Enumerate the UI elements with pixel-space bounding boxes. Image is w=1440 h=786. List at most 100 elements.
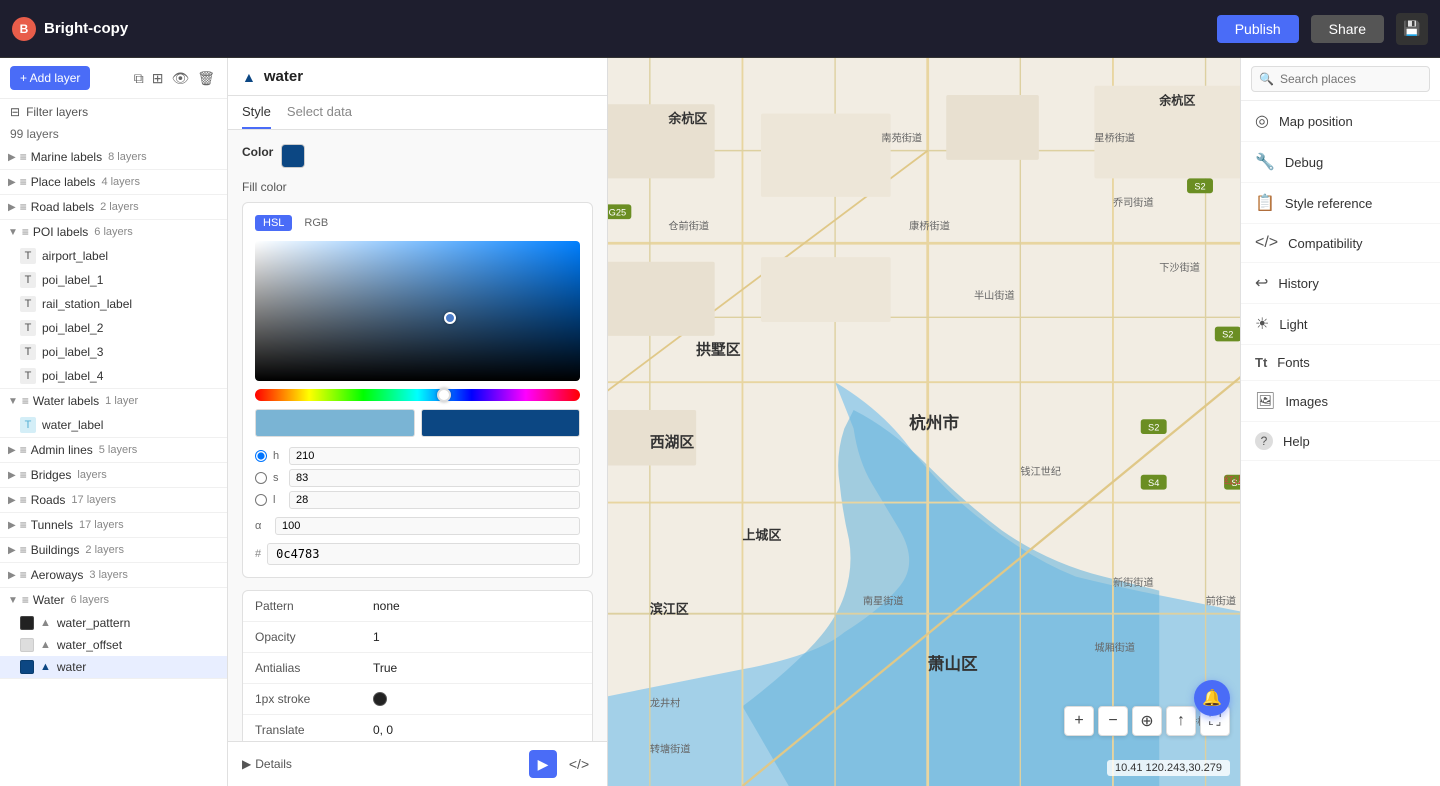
color-gradient-box[interactable] <box>255 241 580 381</box>
code-mode-button[interactable]: </> <box>565 750 593 778</box>
menu-item-debug[interactable]: 🔧 Debug <box>1241 142 1440 183</box>
list-item[interactable]: ▲ water_offset <box>0 634 227 656</box>
menu-item-images[interactable]: 🖼 Images <box>1241 381 1440 422</box>
layer-group-icon: ≡ <box>20 468 27 482</box>
list-item[interactable]: T poi_label_4 <box>0 364 227 388</box>
antialias-value: True <box>373 661 397 675</box>
topbar: B Bright-copy Publish Share 💾 <box>0 0 1440 58</box>
search-icon: 🔍 <box>1259 72 1274 86</box>
list-item[interactable]: ▲ water_pattern <box>0 612 227 634</box>
list-item-water-active[interactable]: ▲ water <box>0 656 227 678</box>
h-radio[interactable] <box>255 450 267 462</box>
merge-layer-icon[interactable]: ⊞ <box>150 68 166 89</box>
cursor-mode-button[interactable]: ▶ <box>529 750 557 778</box>
color-picker-handle[interactable] <box>444 312 456 324</box>
tab-select-data[interactable]: Select data <box>287 96 352 129</box>
menu-item-history[interactable]: ↩ History <box>1241 263 1440 304</box>
notification-button[interactable]: 🔔 <box>1194 680 1230 716</box>
save-button[interactable]: 💾 <box>1396 13 1428 45</box>
rgb-mode-button[interactable]: RGB <box>296 215 336 231</box>
list-item[interactable]: T poi_label_3 <box>0 340 227 364</box>
layer-count: 2 layers <box>85 544 124 556</box>
layer-group-header-tunnels[interactable]: ▶ ≡ Tunnels 17 layers <box>0 513 227 537</box>
eye-icon[interactable]: 👁 <box>169 68 191 89</box>
details-button[interactable]: ▶ Details <box>242 757 292 771</box>
style-panel-header: ▲ water <box>228 58 607 96</box>
svg-text:新街街道: 新街街道 <box>1113 576 1154 589</box>
h-input[interactable] <box>289 447 580 465</box>
color-swatch[interactable] <box>281 144 305 168</box>
zoom-in-button[interactable]: + <box>1064 706 1094 736</box>
history-icon: ↩ <box>1255 273 1268 293</box>
style-panel: ▲ water Style Select data Color Fill col… <box>228 58 608 786</box>
menu-item-light[interactable]: ☀ Light <box>1241 304 1440 345</box>
style-editor: Color Fill color HSL RGB <box>228 130 607 741</box>
list-item[interactable]: T rail_station_label <box>0 292 227 316</box>
add-layer-button[interactable]: + Add layer <box>10 66 90 90</box>
hsl-mode-button[interactable]: HSL <box>255 215 292 231</box>
help-icon: ? <box>1255 432 1273 450</box>
swatch-preview-light[interactable] <box>255 409 415 437</box>
filter-layers-row[interactable]: ⊟ Filter layers <box>0 99 227 125</box>
l-input[interactable] <box>289 491 580 509</box>
layer-group-header-aeroways[interactable]: ▶ ≡ Aeroways 3 layers <box>0 563 227 587</box>
layer-group-header-road[interactable]: ▶ ≡ Road labels 2 layers <box>0 195 227 219</box>
publish-button[interactable]: Publish <box>1217 15 1299 43</box>
hue-slider-handle[interactable] <box>437 388 451 402</box>
share-button[interactable]: Share <box>1311 15 1384 43</box>
l-label: l <box>273 494 283 506</box>
menu-item-label: Images <box>1285 394 1426 409</box>
layer-group-icon: ≡ <box>20 150 27 164</box>
menu-item-style-reference[interactable]: 📋 Style reference <box>1241 183 1440 224</box>
layer-group-icon: ≡ <box>20 175 27 189</box>
fill-type-icon: ▲ <box>40 617 51 629</box>
layer-group-icon: ≡ <box>20 443 27 457</box>
list-item[interactable]: T water_label <box>0 413 227 437</box>
layer-group-header-place[interactable]: ▶ ≡ Place labels 4 layers <box>0 170 227 194</box>
menu-item-map-position[interactable]: ◎ Map position <box>1241 101 1440 142</box>
delete-layer-icon[interactable]: 🗑 <box>195 68 217 89</box>
north-button[interactable]: ⊕ <box>1132 706 1162 736</box>
tab-style[interactable]: Style <box>242 96 271 129</box>
style-panel-title: water <box>264 68 303 85</box>
menu-item-fonts[interactable]: Tt Fonts <box>1241 345 1440 381</box>
layer-group-road-labels: ▶ ≡ Road labels 2 layers <box>0 195 227 220</box>
zoom-out-button[interactable]: − <box>1098 706 1128 736</box>
svg-text:星桥街道: 星桥街道 <box>1094 131 1135 144</box>
layer-group-icon: ≡ <box>22 225 29 239</box>
search-input[interactable] <box>1251 66 1430 92</box>
hue-slider[interactable] <box>255 389 580 401</box>
compass-button[interactable]: ↑ <box>1166 706 1196 736</box>
svg-text:S2: S2 <box>1194 182 1205 192</box>
copy-layer-icon[interactable]: ⧉ <box>132 68 146 89</box>
svg-text:钱江世纪: 钱江世纪 <box>1020 465 1061 478</box>
layer-group-header-water-labels[interactable]: ▼ ≡ Water labels 1 layer <box>0 389 227 413</box>
l-radio[interactable] <box>255 494 267 506</box>
chevron-right-icon: ▶ <box>8 152 16 163</box>
hex-input[interactable] <box>267 543 580 565</box>
layer-count: 5 layers <box>99 444 138 456</box>
svg-text:下沙街道: 下沙街道 <box>1159 261 1200 274</box>
layer-group-header-roads[interactable]: ▶ ≡ Roads 17 layers <box>0 488 227 512</box>
layer-count: 3 layers <box>89 569 128 581</box>
layer-count: layers <box>77 469 106 481</box>
menu-item-compatibility[interactable]: </> Compatibility <box>1241 224 1440 263</box>
layer-group-header-buildings[interactable]: ▶ ≡ Buildings 2 layers <box>0 538 227 562</box>
save-icon: 💾 <box>1403 20 1420 37</box>
layer-group-header-poi[interactable]: ▼ ≡ POI labels 6 layers <box>0 220 227 244</box>
svg-text:S2: S2 <box>1148 422 1159 432</box>
list-item[interactable]: T airport_label <box>0 244 227 268</box>
list-item[interactable]: T poi_label_2 <box>0 316 227 340</box>
s-radio[interactable] <box>255 472 267 484</box>
menu-item-help[interactable]: ? Help <box>1241 422 1440 461</box>
list-item[interactable]: T poi_label_1 <box>0 268 227 292</box>
swatch-current[interactable] <box>421 409 581 437</box>
svg-text:G25: G25 <box>609 207 626 217</box>
layer-group-header-bridges[interactable]: ▶ ≡ Bridges layers <box>0 463 227 487</box>
s-input[interactable] <box>289 469 580 487</box>
layer-group-header-admin[interactable]: ▶ ≡ Admin lines 5 layers <box>0 438 227 462</box>
alpha-input[interactable] <box>275 517 580 535</box>
layer-group-header-water[interactable]: ▼ ≡ Water 6 layers <box>0 588 227 612</box>
layer-group-header-marine[interactable]: ▶ ≡ Marine labels 8 layers <box>0 145 227 169</box>
fonts-icon: Tt <box>1255 355 1267 370</box>
